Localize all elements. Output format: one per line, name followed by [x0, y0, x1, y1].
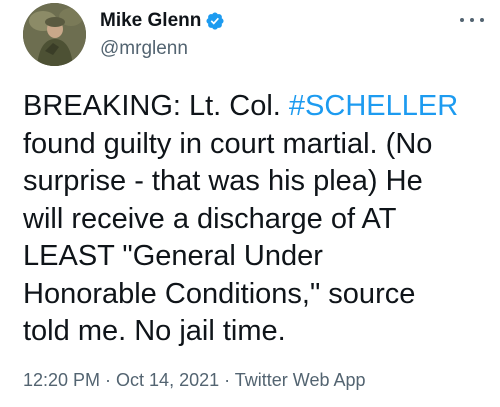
more-dot — [460, 18, 464, 22]
author-block: Mike Glenn @mrglenn — [100, 8, 225, 60]
tweet-text-rest: found guilty in court martial. (No surpr… — [23, 127, 433, 348]
tweet-text: BREAKING: Lt. Col. #SCHELLER found guilt… — [23, 88, 493, 351]
display-name[interactable]: Mike Glenn — [100, 10, 201, 32]
name-row: Mike Glenn — [100, 8, 225, 34]
verified-badge-icon — [206, 12, 224, 30]
more-dot — [470, 18, 474, 22]
tweet-card: Mike Glenn @mrglenn BREAKING: Lt. Col. #… — [0, 0, 500, 407]
hashtag-link[interactable]: #SCHELLER — [289, 90, 458, 122]
avatar[interactable] — [23, 3, 86, 66]
avatar-photo-icon — [23, 3, 86, 66]
more-options-icon[interactable] — [460, 10, 484, 30]
tweet-text-lead: BREAKING: Lt. Col. — [23, 90, 289, 122]
tweet-timestamp-source[interactable]: 12:20 PM · Oct 14, 2021 · Twitter Web Ap… — [23, 370, 366, 391]
author-handle[interactable]: @mrglenn — [100, 38, 225, 60]
more-dot — [480, 18, 484, 22]
